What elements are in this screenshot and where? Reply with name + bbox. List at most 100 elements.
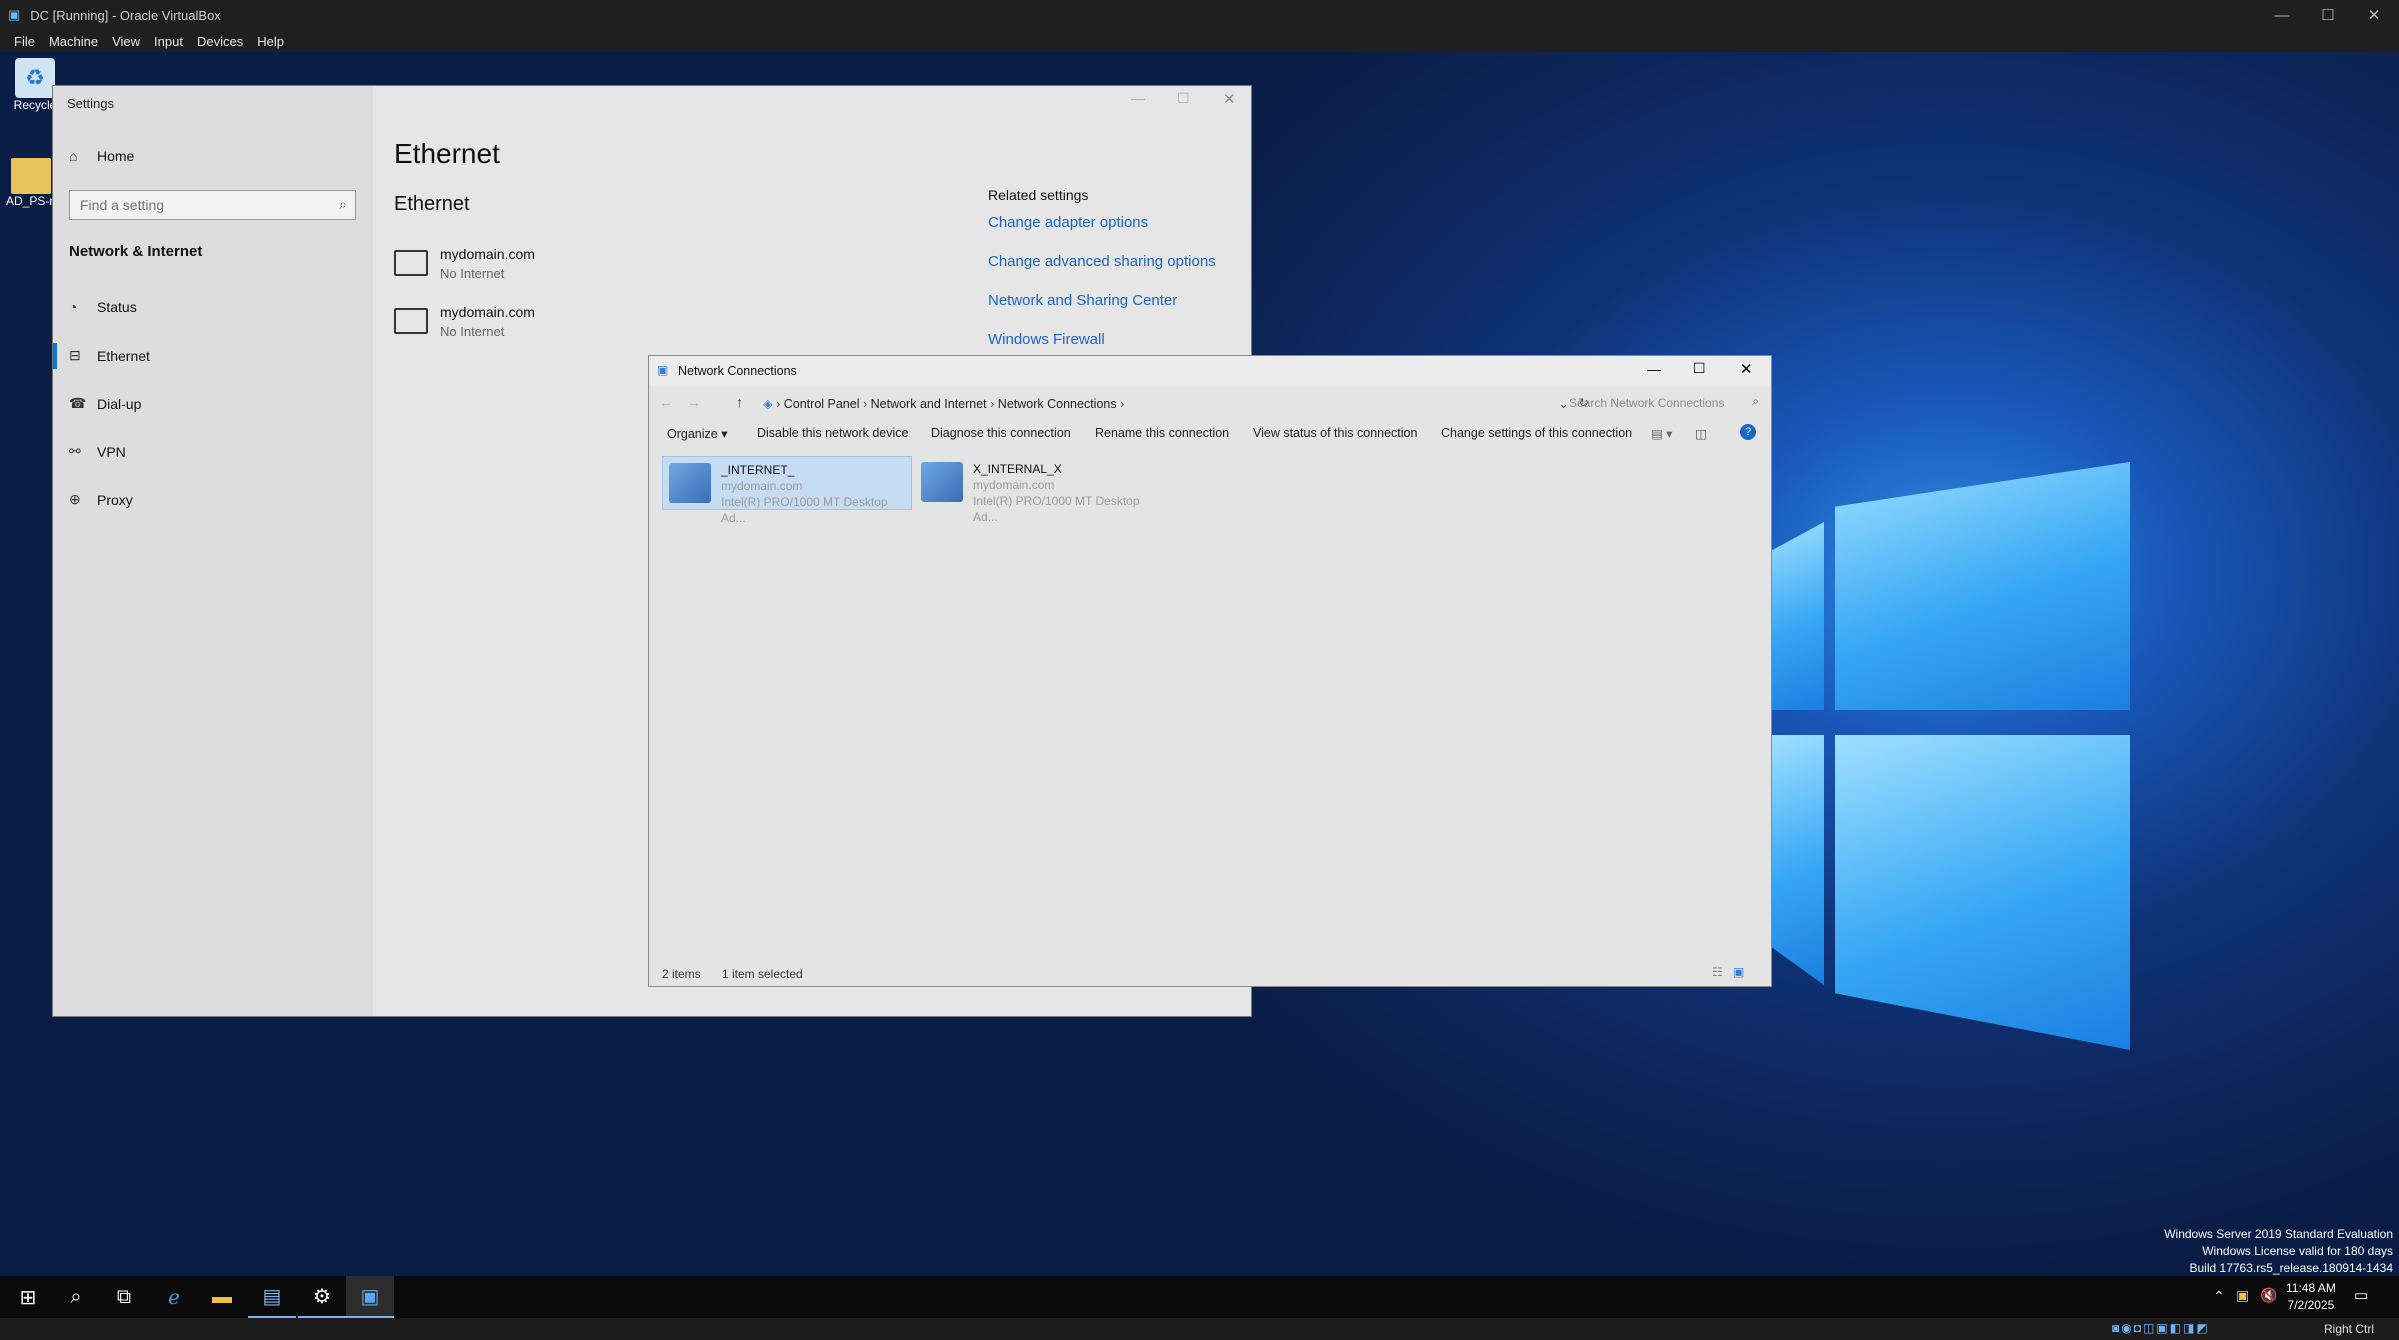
adapter-entry[interactable]: mydomain.com No Internet <box>394 304 654 346</box>
link-network-sharing-center[interactable]: Network and Sharing Center <box>988 292 1177 309</box>
rename-connection-button[interactable]: Rename this connection <box>1095 426 1229 440</box>
recycle-bin-icon: ♻ <box>15 58 55 98</box>
view-status-button[interactable]: View status of this connection <box>1253 426 1417 440</box>
status-bar: 2 items 1 item selected ☷ ▣ <box>649 962 1771 986</box>
close-button[interactable]: ✕ <box>1740 360 1753 378</box>
windows-logo-pane <box>1835 462 2130 710</box>
menu-help[interactable]: Help <box>257 34 284 49</box>
tray-chevron-icon[interactable]: ⌃ <box>2213 1288 2225 1305</box>
windows-logo-pane <box>1772 735 1824 985</box>
taskbar: ⊞ ⌕ ⧉ ℯ ▬ ▤ ⚙ ▣ ⌃ ▣ 🔇 11:48 AM 7/2/2025 … <box>0 1276 2399 1318</box>
internet-explorer-icon[interactable]: ℯ <box>150 1276 198 1318</box>
server-manager-icon[interactable]: ▤ <box>248 1276 296 1318</box>
virtualbox-menu-bar: File Machine View Input Devices Help <box>0 30 2399 52</box>
windows-logo-pane <box>1772 522 1824 710</box>
address-bar: ← → ↑ ◈ › Control Panel › Network and In… <box>649 386 1771 420</box>
details-view-icon[interactable]: ☷ <box>1712 965 1723 979</box>
view-options-icon[interactable]: ▤ ▾ <box>1651 426 1673 441</box>
help-icon[interactable]: ? <box>1740 424 1756 440</box>
nav-vpn[interactable]: ⚯ VPN <box>69 443 126 460</box>
close-button[interactable]: ✕ <box>1223 90 1236 108</box>
task-view-icon[interactable]: ⧉ <box>100 1276 148 1318</box>
maximize-button[interactable]: ☐ <box>1693 360 1706 377</box>
forward-arrow-icon[interactable]: → <box>687 394 701 410</box>
diagnose-connection-button[interactable]: Diagnose this connection <box>931 426 1071 440</box>
virtualbox-status-bar: ◙◉◘◫▣◧◨◩ Right Ctrl <box>0 1318 2399 1340</box>
nav-status[interactable]: ◔ Status <box>69 299 137 315</box>
related-settings-heading: Related settings <box>988 187 1089 203</box>
minimize-button[interactable]: — <box>1131 90 1145 106</box>
preview-pane-icon[interactable]: ◫ <box>1695 426 1707 441</box>
breadcrumb[interactable]: ◈ › Control Panel › Network and Internet… <box>757 390 1595 414</box>
volume-muted-icon[interactable]: 🔇 <box>2260 1287 2277 1304</box>
connection-item-internal[interactable]: X_INTERNAL_X mydomain.com Intel(R) PRO/1… <box>915 456 1165 524</box>
item-count: 2 items <box>662 967 701 981</box>
adapter-entry[interactable]: mydomain.com No Internet <box>394 246 654 288</box>
menu-view[interactable]: View <box>112 34 140 49</box>
menu-devices[interactable]: Devices <box>197 34 243 49</box>
settings-gear-icon[interactable]: ⚙ <box>298 1276 346 1318</box>
change-settings-button[interactable]: Change settings of this connection <box>1441 426 1632 440</box>
vm-device-status-icons[interactable]: ◙◉◘◫▣◧◨◩ <box>2112 1321 2210 1335</box>
section-heading: Network & Internet <box>69 243 203 260</box>
ethernet-adapter-icon <box>394 308 428 334</box>
menu-machine[interactable]: Machine <box>49 34 98 49</box>
network-connections-icon: ▣ <box>657 363 669 377</box>
up-arrow-icon[interactable]: ↑ <box>736 394 743 410</box>
link-windows-firewall[interactable]: Windows Firewall <box>988 331 1105 348</box>
ethernet-adapter-icon <box>394 250 428 276</box>
dialup-icon: ☎ <box>69 395 87 411</box>
organize-button[interactable]: Organize ▾ <box>667 426 727 441</box>
network-connections-taskbar-icon[interactable]: ▣ <box>346 1276 394 1318</box>
menu-file[interactable]: File <box>14 34 35 49</box>
folder-icon <box>11 158 51 194</box>
title-bar: ▣ Network Connections — ☐ ✕ <box>649 356 1771 386</box>
nav-proxy[interactable]: ⊕ Proxy <box>69 491 133 508</box>
connection-item-internet[interactable]: _INTERNET_ mydomain.com Intel(R) PRO/100… <box>662 456 912 525</box>
file-explorer-icon[interactable]: ▬ <box>198 1276 246 1318</box>
home-icon: ⌂ <box>69 148 78 164</box>
host-maximize-button[interactable]: ☐ <box>2305 0 2351 30</box>
maximize-button[interactable]: ☐ <box>1177 90 1190 107</box>
host-minimize-button[interactable]: — <box>2259 0 2305 30</box>
page-title: Ethernet <box>394 138 500 169</box>
virtualbox-app-icon: ▣ <box>8 7 21 22</box>
menu-input[interactable]: Input <box>154 34 183 49</box>
action-center-icon[interactable]: ▭ <box>2354 1286 2368 1304</box>
evaluation-watermark: Windows Server 2019 Standard Evaluation … <box>2164 1227 2393 1275</box>
status-icon: ◔ <box>69 299 78 315</box>
host-key-label: Right Ctrl <box>2324 1322 2375 1336</box>
network-connections-window: ▣ Network Connections — ☐ ✕ ← → ↑ ◈ › Co… <box>648 355 1772 987</box>
window-title: DC [Running] - Oracle VirtualBox <box>30 7 221 23</box>
nav-home[interactable]: ⌂ Home <box>69 148 134 164</box>
settings-sidebar <box>53 86 373 1016</box>
search-icon[interactable]: ⌕ <box>52 1276 100 1318</box>
start-button[interactable]: ⊞ <box>4 1276 52 1318</box>
settings-search-box[interactable]: Find a setting ⌕ <box>69 190 356 220</box>
nav-selected-indicator <box>53 343 57 369</box>
virtualbox-title-bar: ▣ DC [Running] - Oracle VirtualBox — ☐ ✕ <box>0 0 2399 30</box>
search-network-connections-box[interactable]: Search Network Connections ⌕ <box>1561 390 1765 414</box>
clock[interactable]: 11:48 AM 7/2/2025 <box>2286 1280 2336 1314</box>
minimize-button[interactable]: — <box>1647 361 1661 377</box>
host-close-button[interactable]: ✕ <box>2351 0 2397 30</box>
vpn-icon: ⚯ <box>69 443 81 459</box>
tiles-view-icon[interactable]: ▣ <box>1733 965 1744 979</box>
network-tray-icon[interactable]: ▣ <box>2236 1287 2249 1304</box>
control-panel-icon: ◈ <box>763 397 773 411</box>
nav-dialup[interactable]: ☎ Dial-up <box>69 395 141 412</box>
back-arrow-icon[interactable]: ← <box>659 394 673 410</box>
nav-ethernet[interactable]: ⊟ Ethernet <box>69 347 150 364</box>
link-advanced-sharing[interactable]: Change advanced sharing options <box>988 253 1216 270</box>
section-subtitle: Ethernet <box>394 193 470 215</box>
disable-device-button[interactable]: Disable this network device <box>757 426 908 440</box>
ethernet-icon: ⊟ <box>69 347 81 363</box>
search-icon: ⌕ <box>339 196 347 212</box>
settings-title: Settings <box>67 96 114 111</box>
network-adapter-icon <box>669 463 711 503</box>
globe-icon: ⊕ <box>69 491 81 507</box>
windows-logo-pane <box>1835 735 2130 1050</box>
link-change-adapter-options[interactable]: Change adapter options <box>988 214 1148 231</box>
search-icon: ⌕ <box>1752 394 1759 408</box>
network-adapter-icon <box>921 462 963 502</box>
